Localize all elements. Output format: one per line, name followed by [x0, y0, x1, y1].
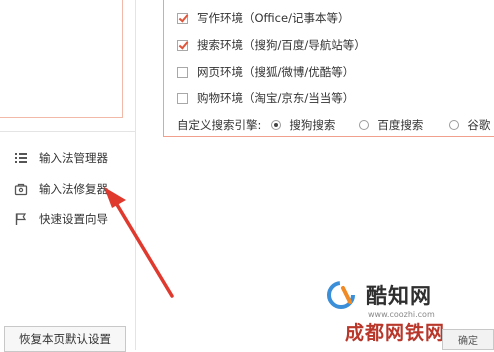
watermark-coozhi: 酷知网: [326, 280, 432, 310]
list-icon: [14, 151, 28, 165]
option-search[interactable]: 搜索环境（搜狗/百度/导航站等）: [177, 38, 366, 52]
checkbox-checked[interactable]: [177, 39, 188, 51]
option-label: 购物环境（淘宝/京东/当当等）: [197, 91, 355, 105]
checkbox[interactable]: [177, 92, 188, 104]
toolbox-icon: [14, 182, 28, 196]
tool-input-repair[interactable]: 输入法修复器: [14, 180, 108, 198]
radio-baidu[interactable]: [359, 120, 370, 130]
watermark-brand2: 成都网铁网: [345, 322, 446, 344]
restore-defaults-button[interactable]: 恢复本页默认设置: [4, 326, 126, 352]
checkbox[interactable]: [177, 66, 188, 78]
search-engine-row: 自定义搜索引擎: 搜狗搜索 百度搜索 谷歌: [177, 118, 490, 132]
option-writing[interactable]: 写作环境（Office/记事本等）: [177, 11, 349, 25]
watermark-brand: 酷知网: [366, 283, 432, 308]
left-panel: 输入法管理器 输入法修复器 快速设置向导 恢复本页默认设置: [0, 0, 135, 352]
option-label: 写作环境（Office/记事本等）: [197, 11, 350, 25]
flag-icon: [14, 212, 28, 226]
tool-input-manager[interactable]: 输入法管理器: [14, 149, 108, 167]
tool-label: 输入法修复器: [39, 182, 108, 196]
option-shopping[interactable]: 购物环境（淘宝/京东/当当等）: [177, 91, 354, 105]
radio-label: 百度搜索: [377, 118, 424, 132]
radio-label: 谷歌: [467, 118, 491, 132]
option-label: 网页环境（搜狐/微博/优酷等）: [197, 65, 355, 79]
engine-label: 自定义搜索引擎:: [177, 118, 262, 132]
radio-sogou[interactable]: [271, 120, 282, 130]
coozhi-logo-icon: [326, 280, 362, 310]
radio-label: 搜狗搜索: [289, 118, 336, 132]
tool-setup-wizard[interactable]: 快速设置向导: [14, 210, 108, 228]
panel-separator: [135, 0, 136, 350]
tool-label: 快速设置向导: [39, 212, 108, 226]
tool-label: 输入法管理器: [39, 151, 108, 165]
divider: [0, 131, 135, 132]
option-label: 搜索环境（搜狗/百度/导航站等）: [197, 38, 366, 52]
confirm-button[interactable]: 确定: [442, 329, 494, 350]
preview-box: [0, 0, 123, 118]
option-web[interactable]: 网页环境（搜狐/微博/优酷等）: [177, 65, 354, 79]
radio-google[interactable]: [449, 120, 460, 130]
checkbox-checked[interactable]: [177, 12, 188, 24]
